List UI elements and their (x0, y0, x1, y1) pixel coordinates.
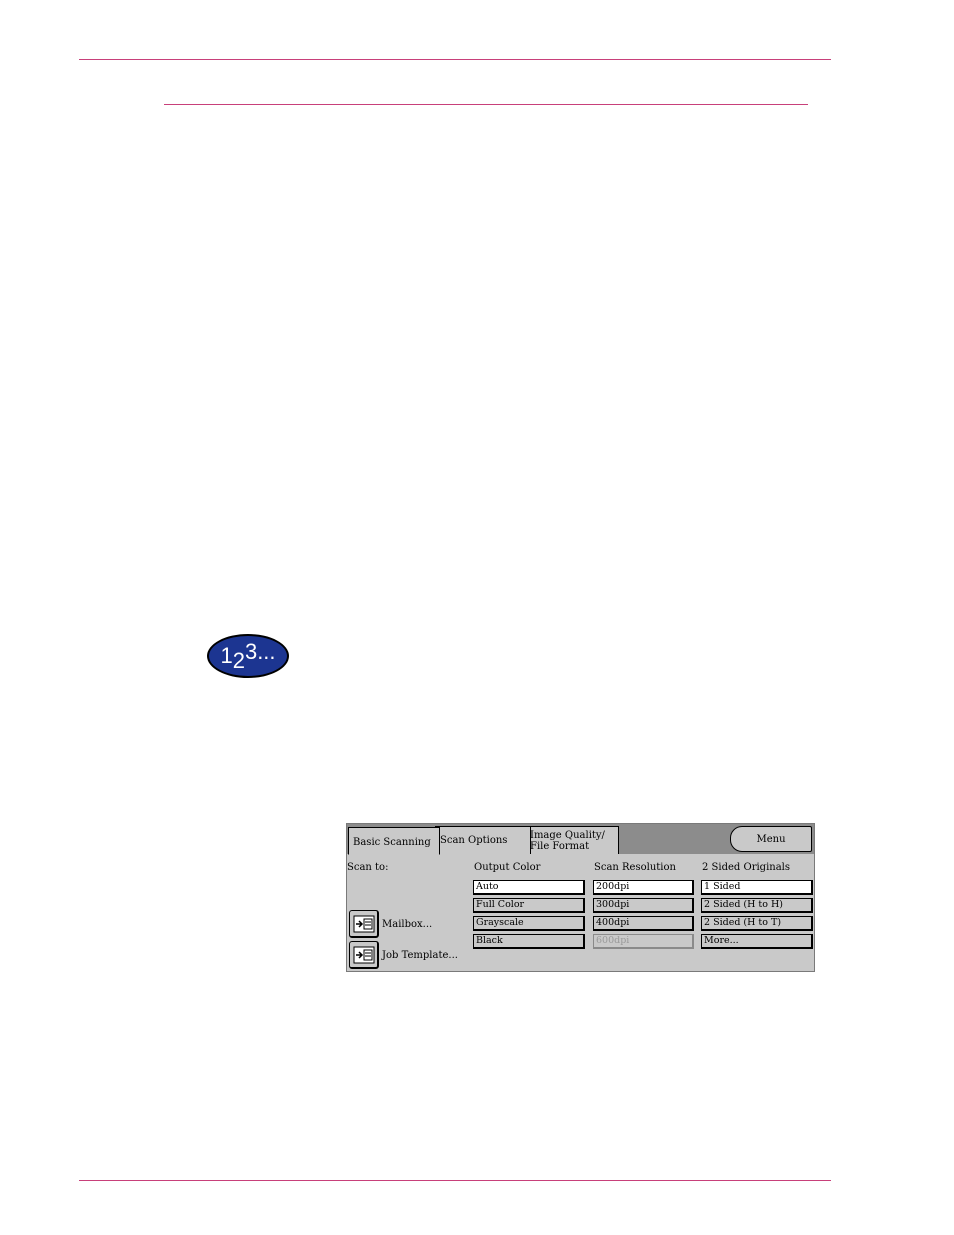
tab-image-quality[interactable]: Image Quality/ File Format (525, 826, 619, 854)
tab-basic-scanning[interactable]: Basic Scanning (348, 827, 440, 855)
tab-label: Image Quality/ File Format (530, 829, 605, 852)
output-color-black[interactable]: Black (473, 934, 585, 949)
tab-label: Basic Scanning (353, 836, 431, 848)
output-color-full[interactable]: Full Color (473, 898, 585, 913)
mailbox-icon (353, 915, 374, 932)
scan-to-heading: Scan to: (347, 862, 389, 873)
resolution-300[interactable]: 300dpi (593, 898, 694, 913)
job-template-icon (353, 946, 374, 963)
sided-1[interactable]: 1 Sided (701, 880, 813, 895)
sided-h-to-t[interactable]: 2 Sided (H to T) (701, 916, 813, 931)
resolution-600: 600dpi (593, 934, 694, 949)
tab-scan-options[interactable]: Scan Options (435, 826, 531, 854)
resolution-200[interactable]: 200dpi (593, 880, 694, 895)
section-rule (164, 104, 808, 105)
mailbox-button[interactable] (349, 910, 379, 938)
mailbox-label: Mailbox... (382, 919, 433, 930)
output-color-heading: Output Color (474, 862, 541, 873)
job-template-button[interactable] (349, 941, 379, 969)
resolution-400[interactable]: 400dpi (593, 916, 694, 931)
steps-badge-icon: 123... (207, 634, 289, 678)
menu-button[interactable]: Menu (730, 826, 812, 852)
footer-rule (79, 1180, 831, 1181)
sided-originals-heading: 2 Sided Originals (702, 862, 790, 873)
output-color-auto[interactable]: Auto (473, 880, 585, 895)
sided-h-to-h[interactable]: 2 Sided (H to H) (701, 898, 813, 913)
tab-label: Scan Options (440, 835, 508, 846)
scan-resolution-heading: Scan Resolution (594, 862, 676, 873)
sided-more-button[interactable]: More... (701, 934, 813, 949)
header-rule (79, 59, 831, 60)
scanner-touchscreen: Basic Scanning Scan Options Image Qualit… (346, 823, 815, 972)
job-template-label: Job Template... (382, 950, 458, 961)
output-color-grayscale[interactable]: Grayscale (473, 916, 585, 931)
